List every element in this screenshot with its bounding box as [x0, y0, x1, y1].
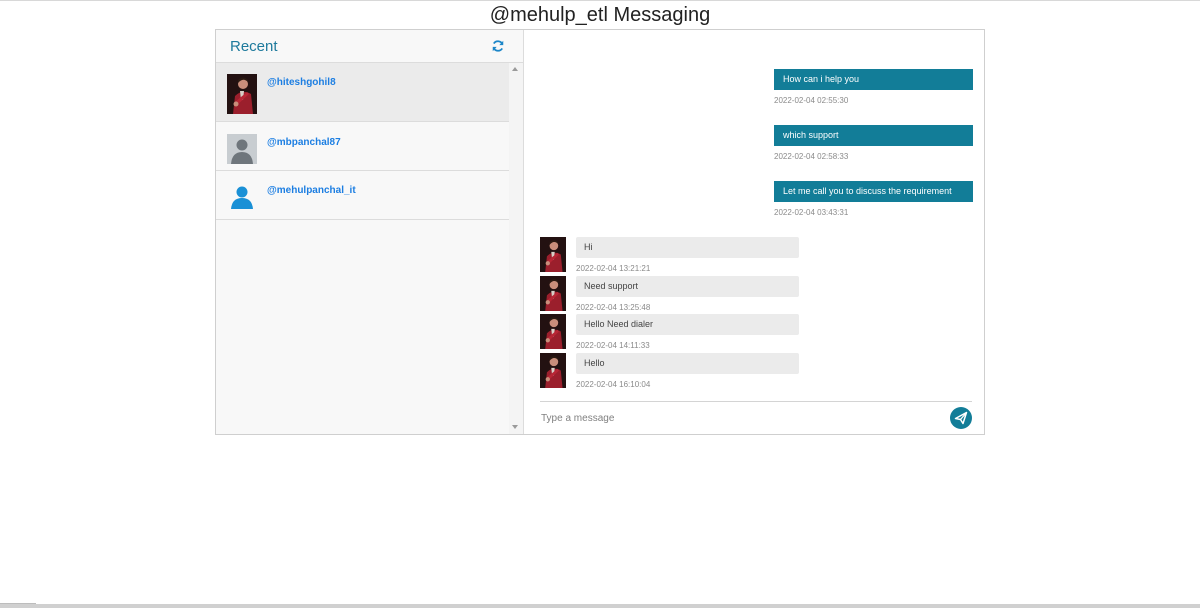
incoming-bubble: Hello — [576, 353, 799, 374]
contact-item-hiteshgohil8[interactable]: @hiteshgohil8 — [216, 63, 509, 122]
bottom-rule — [0, 604, 1200, 608]
contact-name[interactable]: @hiteshgohil8 — [267, 77, 336, 88]
contact-item-mehulpanchal-it[interactable]: @mehulpanchal_it — [216, 171, 509, 220]
incoming-message: Need support 2022-02-04 13:25:48 — [540, 276, 800, 312]
outgoing-message: How can i help you 2022-02-04 02:55:30 — [774, 69, 973, 105]
outgoing-message: Let me call you to discuss the requireme… — [774, 181, 973, 217]
composer-divider — [540, 401, 972, 402]
message-time: 2022-02-04 14:11:33 — [576, 341, 650, 350]
contact-list: @hiteshgohil8 @mbpanchal87 @mehulpanchal… — [216, 63, 509, 220]
top-rule — [0, 0, 1200, 1]
message-input[interactable] — [541, 408, 941, 428]
incoming-message: Hi 2022-02-04 13:21:21 — [540, 237, 800, 273]
incoming-message: Hello 2022-02-04 16:10:04 — [540, 353, 800, 389]
sidebar-scrollbar[interactable] — [509, 63, 523, 434]
incoming-bubble: Need support — [576, 276, 799, 297]
sender-avatar — [540, 353, 566, 388]
sender-avatar — [540, 237, 566, 272]
message-time: 2022-02-04 03:43:31 — [774, 208, 849, 217]
default-avatar-icon — [227, 134, 257, 164]
contact-item-mbpanchal87[interactable]: @mbpanchal87 — [216, 122, 509, 171]
page-title: @mehulp_etl Messaging — [489, 4, 711, 26]
outgoing-bubble: Let me call you to discuss the requireme… — [774, 181, 973, 202]
scroll-down-arrow-icon[interactable] — [512, 425, 518, 429]
contact-name[interactable]: @mbpanchal87 — [267, 137, 341, 148]
chat-panel: How can i help you 2022-02-04 02:55:30 w… — [524, 30, 984, 434]
message-time: 2022-02-04 02:55:30 — [774, 96, 849, 105]
incoming-bubble: Hi — [576, 237, 799, 258]
messaging-app: Recent @hiteshgohil8 @mbpanchal87 @mehul… — [215, 29, 985, 435]
recent-sidebar: Recent @hiteshgohil8 @mbpanchal87 @mehul… — [216, 30, 524, 434]
message-time: 2022-02-04 13:25:48 — [576, 303, 651, 312]
outgoing-message: which support 2022-02-04 02:58:33 — [774, 125, 973, 161]
photo-avatar — [227, 74, 257, 114]
sidebar-title: Recent — [230, 38, 278, 55]
outgoing-bubble: How can i help you — [774, 69, 973, 90]
paper-plane-icon — [954, 411, 968, 425]
sender-avatar — [540, 276, 566, 311]
message-time: 2022-02-04 02:58:33 — [774, 152, 849, 161]
refresh-icon[interactable] — [491, 39, 505, 53]
contact-name[interactable]: @mehulpanchal_it — [267, 185, 356, 196]
user-icon — [231, 186, 253, 209]
message-time: 2022-02-04 16:10:04 — [576, 380, 651, 389]
incoming-message: Hello Need dialer 2022-02-04 14:11:33 — [540, 314, 800, 350]
sidebar-header: Recent — [216, 30, 523, 63]
scroll-up-arrow-icon[interactable] — [512, 67, 518, 71]
sender-avatar — [540, 314, 566, 349]
message-time: 2022-02-04 13:21:21 — [576, 264, 651, 273]
incoming-bubble: Hello Need dialer — [576, 314, 799, 335]
send-button[interactable] — [950, 407, 972, 429]
outgoing-bubble: which support — [774, 125, 973, 146]
